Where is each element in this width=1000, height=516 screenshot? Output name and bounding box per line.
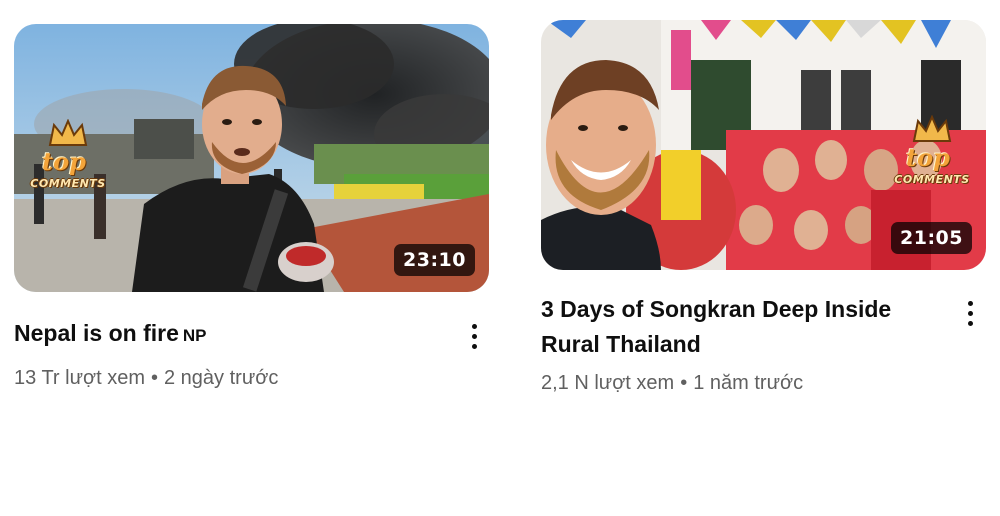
- duration-badge: 21:05: [891, 222, 972, 254]
- video-stats: 13 Tr lượt xem • 2 ngày trước: [14, 367, 494, 390]
- top-comments-watermark: top COMMENTS: [886, 115, 978, 201]
- top-comments-watermark: top COMMENTS: [22, 119, 114, 205]
- view-count: 13 Tr lượt xem: [14, 367, 145, 389]
- duration-badge: 23:10: [394, 244, 475, 276]
- more-actions-button[interactable]: [462, 318, 486, 354]
- watermark-top-text: top: [42, 147, 86, 176]
- watermark-top-text: top: [906, 143, 950, 172]
- video-meta: 3 Days of Songkran Deep Inside Rural Tha…: [541, 292, 986, 395]
- crown-icon: [48, 119, 88, 146]
- vertical-ellipsis-icon: [967, 320, 973, 326]
- country-badge: NP: [182, 326, 207, 345]
- video-title-block[interactable]: 3 Days of Songkran Deep Inside Rural Tha…: [541, 292, 986, 362]
- watermark-comments-text: COMMENTS: [894, 173, 970, 186]
- separator-dot: •: [150, 367, 158, 389]
- vertical-ellipsis-icon: [471, 323, 477, 329]
- crown-icon: [912, 115, 952, 142]
- more-actions-button[interactable]: [958, 295, 982, 331]
- watermark-comments-text: COMMENTS: [30, 177, 106, 190]
- video-title-block[interactable]: Nepal is on fire NP: [14, 316, 494, 353]
- video-thumbnail[interactable]: top COMMENTS 23:10: [14, 24, 489, 292]
- video-title[interactable]: 3 Days of Songkran Deep Inside Rural Tha…: [541, 296, 891, 357]
- video-stats: 2,1 N lượt xem • 1 năm trước: [541, 372, 986, 395]
- vertical-ellipsis-icon: [471, 333, 477, 339]
- upload-age: 2 ngày trước: [164, 367, 279, 389]
- video-card[interactable]: top COMMENTS 23:10 Nepal is on fire NP 13…: [14, 0, 494, 389]
- video-title[interactable]: Nepal is on fire: [14, 320, 179, 346]
- vertical-ellipsis-icon: [967, 300, 973, 306]
- vertical-ellipsis-icon: [471, 343, 477, 349]
- video-grid: top COMMENTS 23:10 Nepal is on fire NP 13…: [0, 0, 1000, 516]
- video-thumbnail[interactable]: top COMMENTS 21:05: [541, 20, 986, 270]
- video-card[interactable]: top COMMENTS 21:05 3 Days of Songkran De…: [541, 0, 986, 394]
- view-count: 2,1 N lượt xem: [541, 372, 675, 394]
- video-meta: Nepal is on fire NP 13 Tr lượt xem • 2 ngày…: [14, 316, 494, 390]
- upload-age: 1 năm trước: [693, 372, 804, 394]
- vertical-ellipsis-icon: [967, 310, 973, 316]
- separator-dot: •: [680, 372, 688, 394]
